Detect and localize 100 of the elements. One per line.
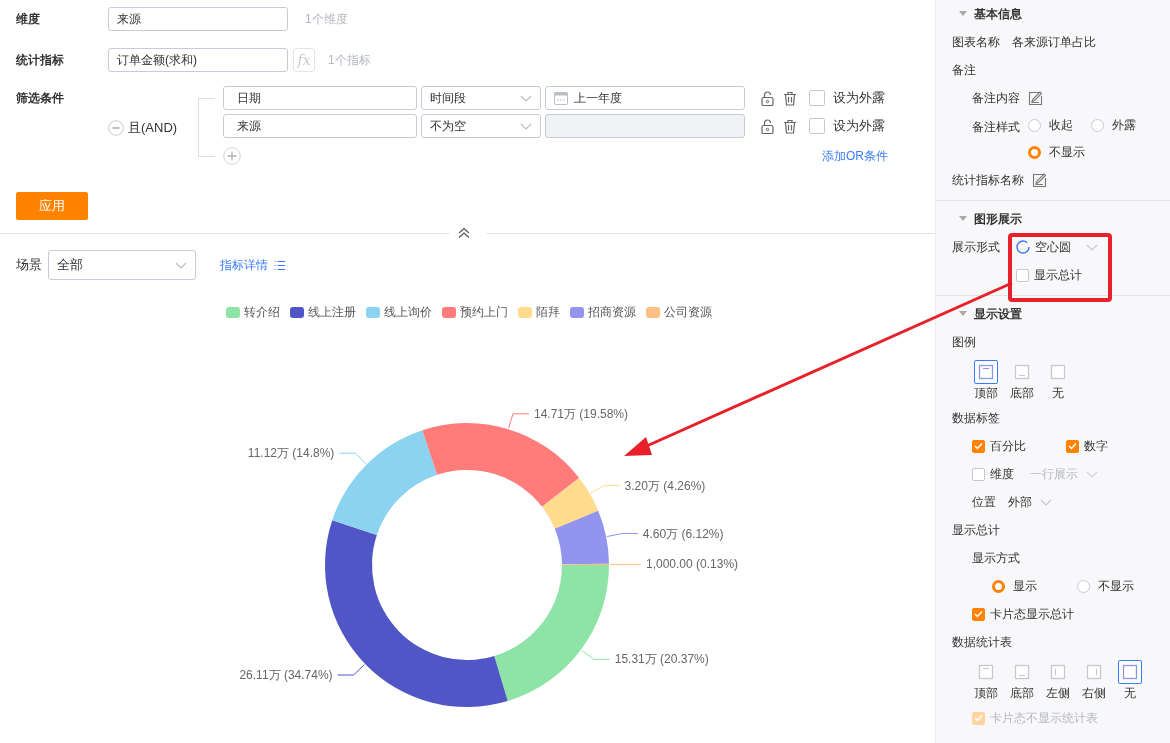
- value-field[interactable]: 上一年度: [545, 86, 745, 110]
- trash-icon[interactable]: [783, 90, 797, 106]
- checkbox[interactable]: [1066, 439, 1079, 453]
- checkbox-option[interactable]: 维度: [972, 465, 1014, 483]
- radio-option[interactable]: 不显示: [1028, 139, 1085, 166]
- setting-label: 显示总计: [952, 521, 1000, 539]
- legend-label: 预约上门: [459, 304, 508, 321]
- unlock-icon[interactable]: [761, 90, 774, 106]
- group-bracket: [198, 98, 215, 157]
- checkbox-option[interactable]: 百分比: [972, 437, 1026, 455]
- layout-option[interactable]: 底部: [1008, 360, 1036, 402]
- radio-button[interactable]: [1028, 146, 1041, 159]
- section-title: 显示设置: [974, 305, 1022, 323]
- operator-dropdown[interactable]: 时间段: [421, 86, 541, 110]
- chevron-down-icon: [520, 122, 532, 130]
- chevron-down-icon: [520, 94, 532, 102]
- chevron-down-icon: [1086, 470, 1098, 478]
- field-label: 筛选条件: [16, 90, 65, 107]
- layout-option[interactable]: 顶部: [972, 660, 1000, 702]
- radio-option[interactable]: 收起: [1028, 112, 1073, 139]
- calendar-icon: [554, 91, 568, 105]
- checkbox[interactable]: [972, 467, 985, 481]
- add-condition-icon[interactable]: [223, 147, 241, 165]
- leader-line: [338, 452, 367, 465]
- layout-left-icon: [1050, 664, 1066, 680]
- data-label: 14.71万 (19.58%): [534, 406, 629, 421]
- add-or-condition-link[interactable]: 添加OR条件: [822, 147, 888, 165]
- layout-top-icon: [978, 364, 994, 380]
- field-select[interactable]: 日期: [223, 86, 417, 110]
- leader-line: [337, 664, 365, 676]
- radio-button[interactable]: [992, 579, 1005, 593]
- layout-top-icon: [978, 664, 994, 680]
- layout-option[interactable]: 右侧: [1080, 660, 1108, 702]
- setting-label: 备注: [952, 61, 976, 79]
- chevron-down-icon: [1040, 498, 1052, 506]
- layout-right-icon: [1086, 664, 1102, 680]
- metric-count: 1个指标: [328, 51, 371, 69]
- radio-button[interactable]: [1028, 119, 1041, 132]
- radio-button[interactable]: [1077, 579, 1090, 593]
- checkbox[interactable]: [972, 607, 985, 621]
- ring-icon: [1016, 240, 1030, 254]
- leader-line: [581, 649, 611, 660]
- field-label: 维度: [16, 10, 41, 28]
- setting-label: 位置: [972, 493, 996, 511]
- checkbox[interactable]: [972, 439, 985, 453]
- radio-button[interactable]: [1091, 119, 1104, 132]
- chart-name: 各来源订单占比: [1012, 33, 1096, 51]
- collapse-icon[interactable]: [457, 227, 470, 239]
- section-title: 图形展示: [974, 210, 1022, 228]
- list-icon: [274, 259, 285, 271]
- layout-option[interactable]: 左侧: [1044, 660, 1072, 702]
- trash-icon[interactable]: [783, 118, 797, 134]
- checkbox-option: 卡片态不显示统计表: [972, 709, 1098, 727]
- checkbox-label: 设为外露: [833, 117, 885, 135]
- layout-bottom-icon: [1014, 364, 1030, 380]
- chevron-down-icon: [175, 261, 187, 269]
- position-value[interactable]: 外部: [1008, 493, 1032, 511]
- legend-label: 转介绍: [243, 304, 280, 321]
- dimension-field[interactable]: 来源: [108, 7, 288, 31]
- setting-label: 数据标签: [952, 409, 1000, 427]
- checkbox-option[interactable]: 显示总计: [1016, 266, 1082, 284]
- radio-option[interactable]: 显示: [992, 577, 1037, 595]
- metric-details-link[interactable]: 指标详情: [220, 256, 285, 274]
- scene-dropdown[interactable]: 全部: [48, 250, 196, 280]
- radio-option[interactable]: 外露: [1091, 112, 1136, 139]
- section-title: 基本信息: [974, 5, 1022, 23]
- metric-field[interactable]: 订单金额(求和): [108, 48, 288, 72]
- data-label: 11.12万 (14.8%): [247, 446, 335, 461]
- setting-label: 图例: [952, 333, 976, 351]
- checkbox[interactable]: [809, 90, 825, 106]
- layout-option[interactable]: 无: [1044, 360, 1072, 402]
- setting-label: 数据统计表: [952, 633, 1012, 651]
- shape-dropdown[interactable]: 空心圆: [1016, 238, 1098, 256]
- legend-label: 线上询价: [383, 304, 432, 321]
- checkmark-icon: [973, 609, 984, 619]
- remove-group-icon[interactable]: [108, 120, 124, 136]
- setting-label: 显示方式: [972, 549, 1020, 567]
- layout-option[interactable]: 底部: [1008, 660, 1036, 702]
- layout-bottom-icon: [1014, 664, 1030, 680]
- data-label: 4.60万 (6.12%): [642, 526, 724, 541]
- edit-icon[interactable]: [1028, 90, 1043, 106]
- layout-option[interactable]: 顶部: [972, 360, 1000, 402]
- unlock-icon[interactable]: [761, 118, 774, 134]
- leader-line: [590, 485, 621, 494]
- data-label: 1,000.00 (0.13%): [646, 557, 739, 572]
- setting-label: 展示形式: [952, 238, 1001, 256]
- legend-label: 陌拜: [535, 304, 560, 321]
- field-label: 统计指标: [16, 51, 65, 69]
- radio-option[interactable]: 不显示: [1077, 577, 1134, 595]
- checkmark-icon: [973, 441, 984, 451]
- data-label: 26.11万 (34.74%): [239, 668, 333, 683]
- legend-label: 线上注册: [307, 304, 356, 321]
- checkbox[interactable]: [1016, 268, 1029, 282]
- layout-none-icon: [1122, 664, 1138, 680]
- layout-option[interactable]: 无: [1116, 660, 1144, 702]
- checkbox-option[interactable]: 数字: [1066, 437, 1108, 455]
- layout-none-icon: [1050, 364, 1066, 380]
- edit-icon[interactable]: [1032, 172, 1047, 188]
- leader-line: [508, 413, 530, 429]
- checkbox-option[interactable]: 卡片态显示总计: [972, 605, 1074, 623]
